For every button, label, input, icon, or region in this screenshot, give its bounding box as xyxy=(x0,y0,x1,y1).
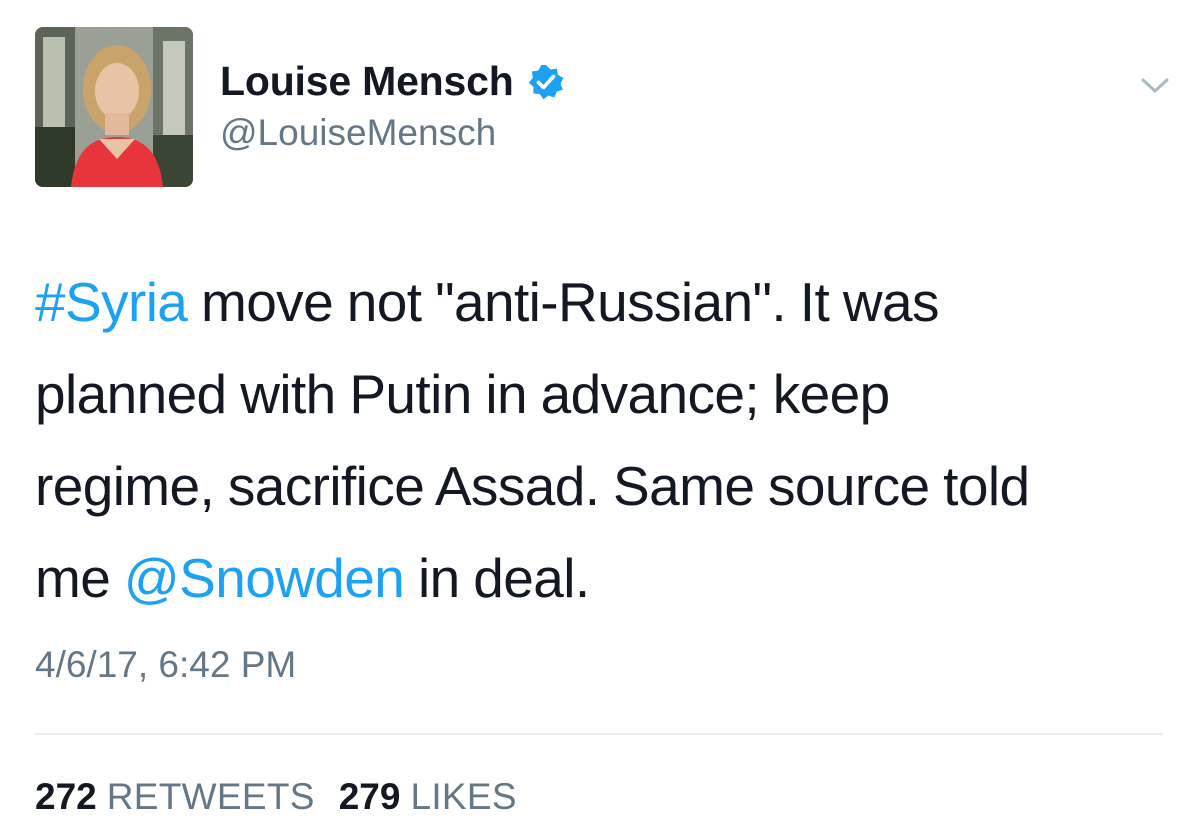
retweets-stat[interactable]: 272 RETWEETS xyxy=(35,776,315,818)
avatar-photo xyxy=(35,27,193,187)
tweet-stats: 272 RETWEETS 279 LIKES xyxy=(35,776,517,818)
chevron-down-icon[interactable] xyxy=(1140,76,1170,96)
likes-count: 279 xyxy=(338,776,401,817)
tweet-text-segment: regime, sacrifice Assad. Same source tol… xyxy=(35,455,1030,517)
likes-stat[interactable]: 279 LIKES xyxy=(339,776,517,818)
verified-badge-icon xyxy=(528,64,564,100)
tweet-text-segment: planned with Putin in advance; keep xyxy=(35,363,890,425)
tweet-timestamp[interactable]: 4/6/17, 6:42 PM xyxy=(35,644,296,686)
avatar[interactable] xyxy=(35,27,193,187)
tweet-text-line: planned with Putin in advance; keep xyxy=(35,348,1180,440)
tweet-text-line: #Syria move not "anti-Russian". It was xyxy=(35,256,1180,348)
likes-label: LIKES xyxy=(410,776,517,817)
tweet-text-segment: me xyxy=(35,547,124,609)
tweet-text-line: me @Snowden in deal. xyxy=(35,532,1180,624)
retweets-label: RETWEETS xyxy=(106,776,315,817)
tweet-text-segment: move not "anti-Russian". It was xyxy=(187,271,939,333)
divider xyxy=(35,733,1163,735)
author-display-name[interactable]: Louise Mensch xyxy=(220,58,514,105)
retweets-count: 272 xyxy=(35,776,97,817)
mention-link[interactable]: @Snowden xyxy=(124,547,405,609)
tweet-text-segment: in deal. xyxy=(404,547,590,609)
author-name-row[interactable]: Louise Mensch xyxy=(220,58,564,105)
hashtag-link[interactable]: #Syria xyxy=(35,271,188,333)
tweet-text: #Syria move not "anti-Russian". It was p… xyxy=(35,256,1180,624)
tweet-text-line: regime, sacrifice Assad. Same source tol… xyxy=(35,440,1180,532)
author-handle[interactable]: @LouiseMensch xyxy=(220,112,496,154)
